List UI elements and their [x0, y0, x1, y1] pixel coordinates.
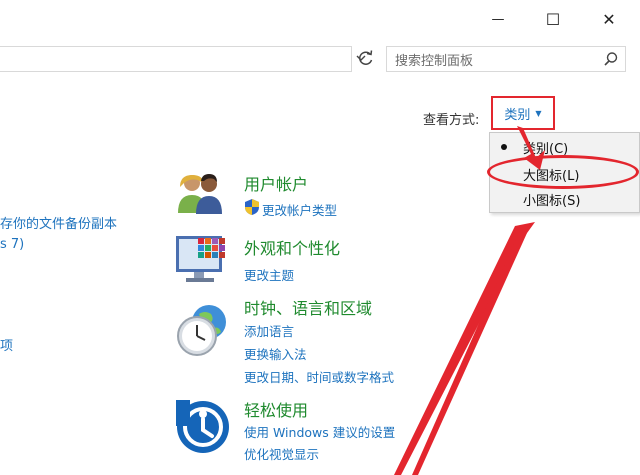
annotation-arrows: [394, 126, 545, 475]
